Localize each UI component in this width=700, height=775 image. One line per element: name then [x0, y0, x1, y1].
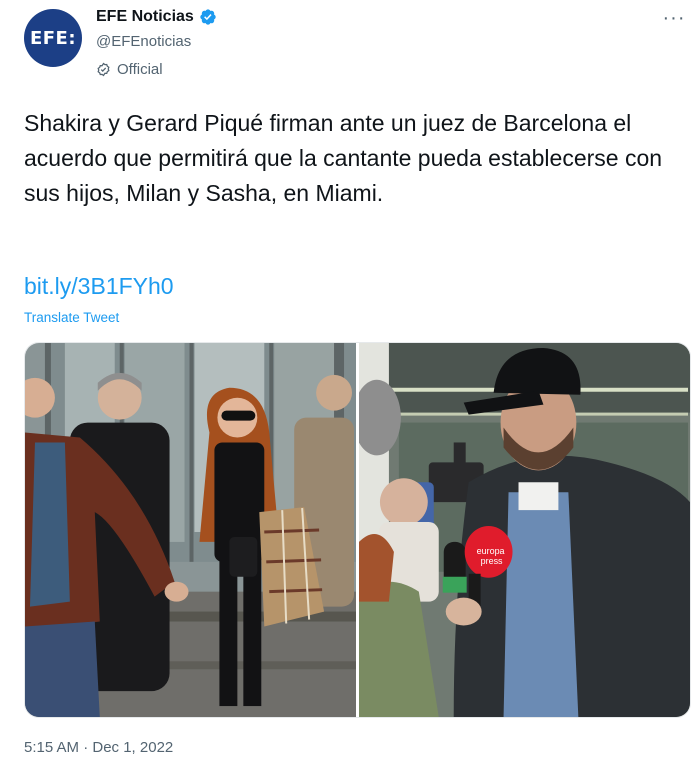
photo-pique-interview[interactable]: europa press	[359, 343, 690, 717]
photo-shakira-leaving[interactable]	[25, 343, 356, 717]
author-name-row: EFE Noticias	[96, 8, 217, 26]
tweet-timestamp[interactable]: 5:15 AM · Dec 1, 2022	[24, 739, 173, 756]
photo-pique-image: europa press	[359, 343, 690, 717]
mic-text-europa: europa	[477, 546, 505, 556]
photo-shakira-image	[25, 343, 356, 717]
avatar[interactable]: EFE:	[24, 9, 82, 67]
verified-badge-icon	[200, 9, 216, 25]
translate-tweet-link[interactable]: Translate Tweet	[24, 310, 119, 325]
tweet-text: Shakira y Gerard Piqué firman ante un ju…	[24, 110, 663, 206]
media-grid: europa press	[24, 342, 691, 718]
tweet-link[interactable]: bit.ly/3B1FYh0	[24, 273, 174, 300]
official-label-row: Official	[96, 61, 163, 78]
display-name[interactable]: EFE Noticias	[96, 8, 194, 26]
handle[interactable]: @EFEnoticias	[96, 33, 191, 50]
mic-text-press: press	[481, 556, 503, 566]
official-label: Official	[117, 61, 163, 78]
more-options-button[interactable]: ···	[660, 6, 688, 30]
official-badge-icon	[97, 62, 110, 77]
